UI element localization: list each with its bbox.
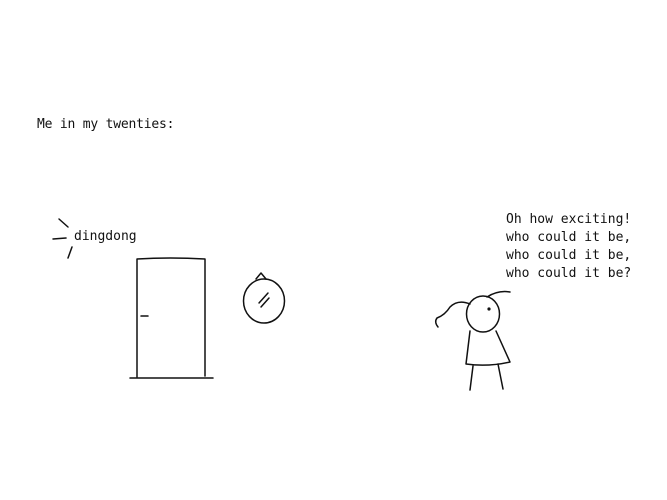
door-frame xyxy=(136,257,206,378)
figure-head xyxy=(465,295,501,333)
figure-hair-tuft xyxy=(486,290,511,298)
mirror-drawing xyxy=(242,272,286,324)
sound-burst-lines xyxy=(52,218,73,259)
figure-leg-right xyxy=(497,363,504,390)
mirror-hook xyxy=(255,272,267,280)
figure-leg-left xyxy=(469,365,474,391)
stick-figure-girl xyxy=(434,290,511,391)
burst-line-lower xyxy=(67,246,73,259)
comic-drawing xyxy=(52,218,511,391)
figure-pigtail xyxy=(434,301,471,328)
mirror-frame xyxy=(242,278,286,324)
door-drawing xyxy=(129,257,214,379)
figure-dress xyxy=(465,330,511,366)
burst-line-middle xyxy=(52,237,67,240)
burst-line-upper xyxy=(58,218,69,228)
figure-eye xyxy=(487,307,491,311)
